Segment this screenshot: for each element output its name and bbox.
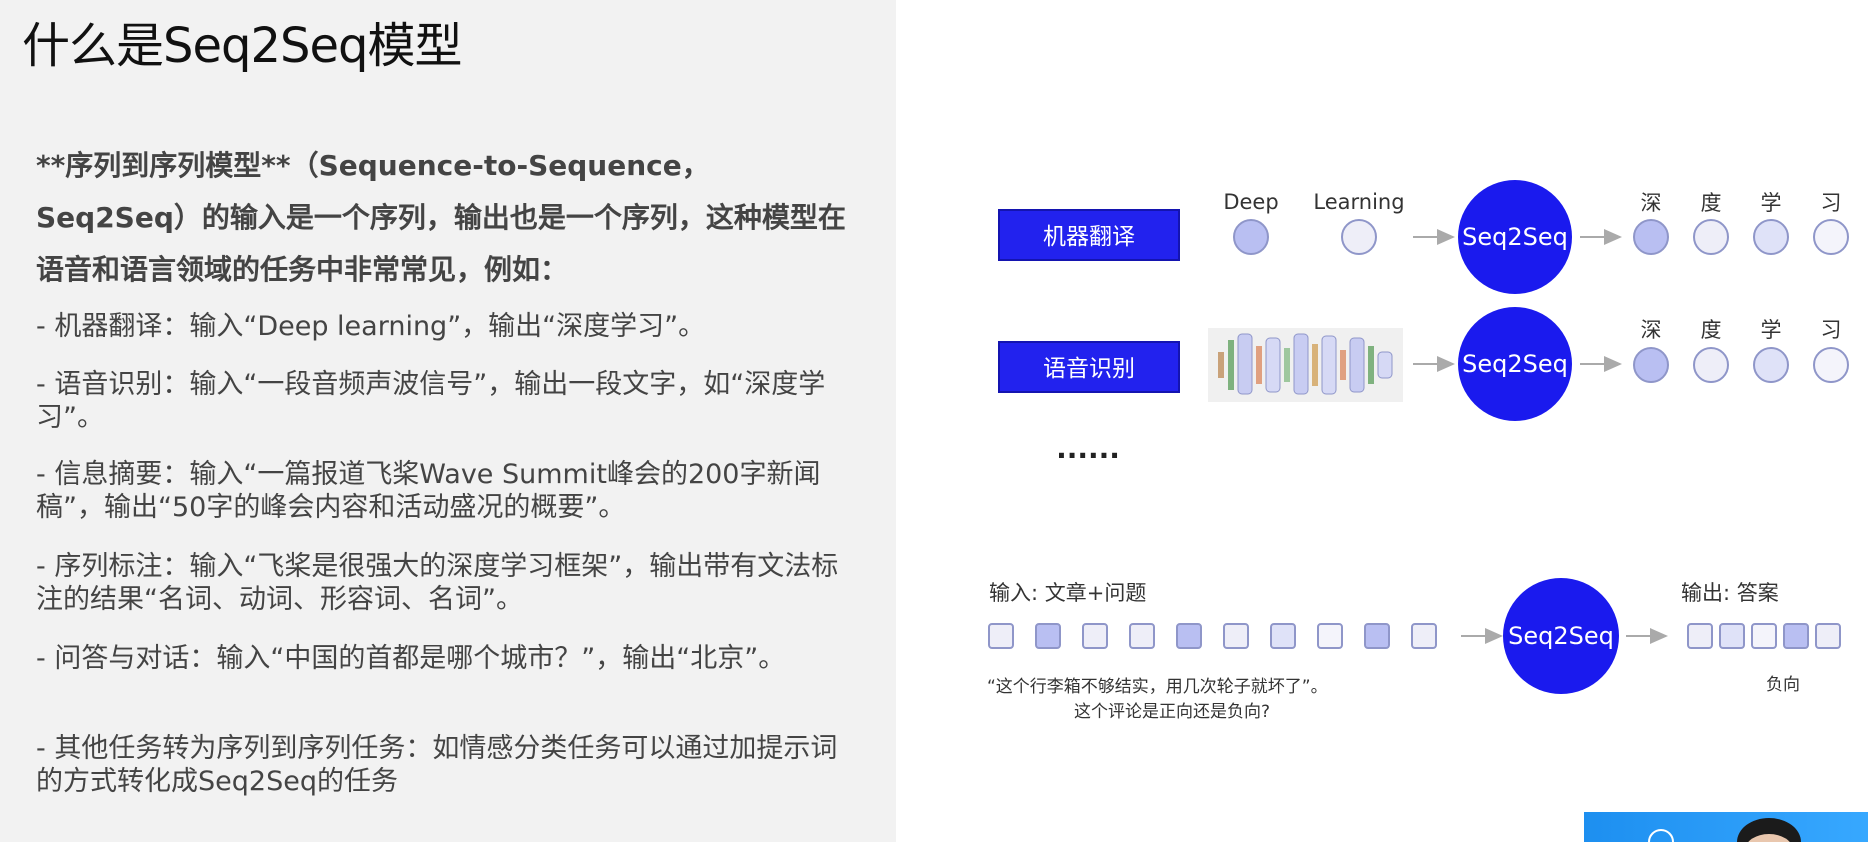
model-label-2: Seq2Seq xyxy=(1462,350,1568,378)
mt-label: 机器翻译 xyxy=(1043,224,1135,250)
example-sequence-labeling: - 序列标注：输入“飞桨是很强大的深度学习框架”，输出带有文法标注的结果“名词、… xyxy=(36,551,839,615)
input-word-deep: Deep xyxy=(1223,190,1278,214)
example-other-tasks: - 其他任务转为序列到序列任务：如情感分类任务可以通过加提示词的方式转化成Seq… xyxy=(36,733,838,797)
qa-input-tokens xyxy=(988,623,1437,649)
input-word-learning: Learning xyxy=(1313,190,1404,214)
slide-title: 什么是Seq2Seq模型 xyxy=(22,18,462,74)
diagram-panel: 机器翻译 Deep Learning Seq2Seq 深 度 学 习 语音识别 xyxy=(896,0,1868,846)
output-char-2-4: 习 xyxy=(1821,318,1842,342)
qa-output-tokens xyxy=(1687,623,1841,649)
intro-paragraph: **序列到序列模型**（Sequence-to-Sequence，Seq2Seq… xyxy=(36,149,846,286)
qa-input-label: 输入: 文章+问题 xyxy=(989,581,1146,605)
text-panel: 什么是Seq2Seq模型 **序列到序列模型**（Sequence-to-Seq… xyxy=(0,0,896,842)
output-node-2-3 xyxy=(1753,347,1789,383)
input-node-deep xyxy=(1233,219,1269,255)
output-node-2 xyxy=(1693,219,1729,255)
qa-example-line1: “这个行李箱不够结实，用几次轮子就坏了”。 xyxy=(987,677,1328,697)
output-char-1: 深 xyxy=(1641,191,1662,215)
output-node-1 xyxy=(1633,219,1669,255)
output-node-2-2 xyxy=(1693,347,1729,383)
qa-answer: 负向 xyxy=(1766,675,1800,695)
seq2seq-diagram: 机器翻译 Deep Learning Seq2Seq 深 度 学 习 语音识别 xyxy=(987,180,1868,846)
example-machine-translation: - 机器翻译：输入“Deep learning”，输出“深度学习”。 xyxy=(36,311,706,342)
output-node-2-4 xyxy=(1813,347,1849,383)
qa-example-line2: 这个评论是正向还是负向? xyxy=(1074,702,1270,722)
model-label-1: Seq2Seq xyxy=(1462,223,1568,251)
waveform-image xyxy=(1208,328,1403,402)
output-node-4 xyxy=(1813,219,1849,255)
example-speech-recognition: - 语音识别：输入“一段音频声波信号”，输出一段文字，如“深度学习”。 xyxy=(36,369,826,433)
output-node-3 xyxy=(1753,219,1789,255)
input-node-learning xyxy=(1341,219,1377,255)
output-char-2-2: 度 xyxy=(1701,318,1722,342)
output-char-2: 度 xyxy=(1701,191,1722,215)
example-qa-dialogue: - 问答与对话：输入“中国的首都是哪个城市？”，输出“北京”。 xyxy=(36,643,786,674)
asr-label: 语音识别 xyxy=(1043,356,1135,382)
example-summarization: - 信息摘要：输入“一篇报道飞桨Wave Summit峰会的200字新闻稿”，输… xyxy=(36,459,821,523)
output-char-2-3: 学 xyxy=(1761,318,1782,342)
qa-output-label: 输出: 答案 xyxy=(1681,581,1779,605)
output-char-3: 学 xyxy=(1761,191,1782,215)
ellipsis: ...... xyxy=(1056,432,1120,465)
output-char-2-1: 深 xyxy=(1641,318,1662,342)
model-label-3: Seq2Seq xyxy=(1508,622,1614,650)
output-node-2-1 xyxy=(1633,347,1669,383)
output-char-4: 习 xyxy=(1821,191,1842,215)
presenter-video-thumbnail xyxy=(1584,812,1868,846)
